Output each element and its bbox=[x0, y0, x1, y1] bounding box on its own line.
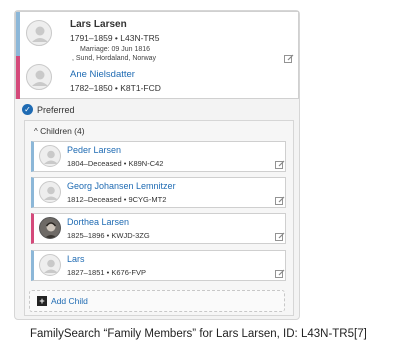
child-vitals: 1827–1851 • K676-FVP bbox=[67, 268, 146, 277]
child-card[interactable]: Dorthea Larsen 1825–1896 • KWJD-3ZG bbox=[31, 213, 286, 244]
couple-card: Lars Larsen 1791–1859 • L43N-TR5 Marriag… bbox=[15, 11, 299, 99]
child-lifespan: 1827–1851 bbox=[67, 268, 105, 277]
mother-name[interactable]: Ane Nielsdatter bbox=[70, 69, 135, 80]
mother-vitals: 1782–1850 • K8T1-FCD bbox=[70, 83, 161, 93]
edit-icon[interactable] bbox=[275, 196, 285, 206]
plus-icon: + bbox=[37, 296, 47, 306]
edit-icon[interactable] bbox=[275, 160, 285, 170]
child-pid: K676-FVP bbox=[111, 268, 146, 277]
mother-lifespan: 1782–1850 bbox=[70, 83, 113, 93]
edit-icon[interactable] bbox=[275, 269, 285, 279]
child-name[interactable]: Dorthea Larsen bbox=[67, 217, 129, 227]
child-vitals: 1804–Deceased • K89N-C42 bbox=[67, 159, 163, 168]
preferred-label: Preferred bbox=[37, 104, 75, 115]
chevron-up-icon: ^ bbox=[34, 127, 38, 136]
avatar-photo-icon bbox=[39, 217, 61, 239]
edit-icon[interactable] bbox=[275, 232, 285, 242]
children-header[interactable]: ^ Children (4) bbox=[34, 126, 85, 136]
avatar-person-icon bbox=[26, 20, 52, 46]
father-lifespan: 1791–1859 bbox=[70, 33, 113, 43]
child-lifespan: 1825–1896 bbox=[67, 231, 105, 240]
figure-caption: FamilySearch “Family Members” for Lars L… bbox=[30, 328, 367, 340]
child-name[interactable]: Peder Larsen bbox=[67, 145, 121, 155]
mother-pid: K8T1-FCD bbox=[120, 83, 161, 93]
child-vitals: 1812–Deceased • 9CYG-MT2 bbox=[67, 195, 166, 204]
marriage-date: Marriage: 09 Jun 1816 bbox=[80, 46, 151, 53]
add-child-button[interactable]: + Add Child bbox=[29, 290, 285, 312]
children-header-label: Children (4) bbox=[40, 126, 85, 136]
father-vitals: 1791–1859 • L43N-TR5 bbox=[70, 33, 159, 43]
avatar-person-icon bbox=[39, 181, 61, 203]
avatar-person-icon bbox=[26, 64, 52, 90]
mother-row[interactable]: Ane Nielsdatter 1782–1850 • K8T1-FCD bbox=[16, 56, 298, 99]
marriage-place: , Sund, Hordaland, Norway bbox=[72, 55, 157, 62]
father-row[interactable]: Lars Larsen 1791–1859 • L43N-TR5 Marriag… bbox=[16, 12, 298, 62]
preferred-toggle[interactable]: ✓ Preferred bbox=[22, 104, 75, 115]
child-pid: 9CYG-MT2 bbox=[128, 195, 167, 204]
child-lifespan: 1812–Deceased bbox=[67, 195, 122, 204]
child-name[interactable]: Georg Johansen Lemnitzer bbox=[67, 181, 176, 191]
father-pid: L43N-TR5 bbox=[120, 33, 160, 43]
child-pid: K89N-C42 bbox=[128, 159, 164, 168]
avatar-person-icon bbox=[39, 254, 61, 276]
father-name[interactable]: Lars Larsen bbox=[70, 19, 127, 30]
child-card[interactable]: Georg Johansen Lemnitzer 1812–Deceased •… bbox=[31, 177, 286, 208]
avatar-person-icon bbox=[39, 145, 61, 167]
edit-icon[interactable] bbox=[284, 54, 294, 64]
child-card[interactable]: Peder Larsen 1804–Deceased • K89N-C42 bbox=[31, 141, 286, 172]
child-pid: KWJD-3ZG bbox=[111, 231, 150, 240]
child-lifespan: 1804–Deceased bbox=[67, 159, 122, 168]
child-vitals: 1825–1896 • KWJD-3ZG bbox=[67, 231, 150, 240]
check-circle-icon: ✓ bbox=[22, 104, 33, 115]
child-card[interactable]: Lars 1827–1851 • K676-FVP bbox=[31, 250, 286, 281]
add-child-label: Add Child bbox=[51, 296, 88, 306]
child-name[interactable]: Lars bbox=[67, 254, 85, 264]
